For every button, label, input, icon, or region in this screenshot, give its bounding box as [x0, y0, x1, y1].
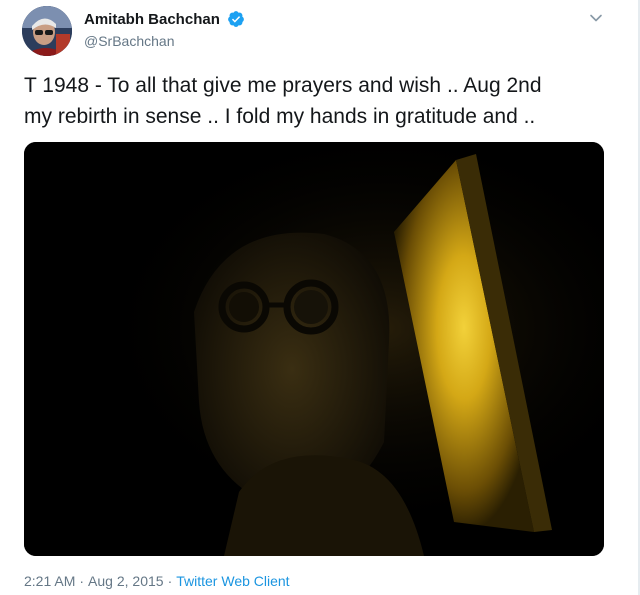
- tweet-date[interactable]: Aug 2, 2015: [88, 573, 164, 589]
- tweet-header: Amitabh Bachchan @SrBachchan: [22, 6, 622, 58]
- tweet-footer: 2:21 AM · Aug 2, 2015 · Twitter Web Client: [24, 573, 290, 589]
- author-info: Amitabh Bachchan @SrBachchan: [84, 10, 245, 49]
- tweet-time[interactable]: 2:21 AM: [24, 573, 75, 589]
- tweet-text-line-1: T 1948 - To all that give me prayers and…: [24, 74, 542, 97]
- tweet-text-line-2: my rebirth in sense .. I fold my hands i…: [24, 105, 536, 128]
- chevron-down-icon[interactable]: [588, 10, 604, 26]
- tweet-source-link[interactable]: Twitter Web Client: [176, 573, 289, 589]
- tweet-text: T 1948 - To all that give me prayers and…: [24, 70, 624, 132]
- author-handle[interactable]: @SrBachchan: [84, 33, 245, 49]
- avatar-image: [22, 6, 72, 56]
- photo-image: [24, 142, 604, 556]
- verified-badge-icon: [228, 11, 245, 27]
- tweet-card: Amitabh Bachchan @SrBachchan T 1948 - To…: [0, 0, 640, 595]
- avatar[interactable]: [22, 6, 72, 56]
- tweet-photo[interactable]: [24, 142, 604, 556]
- author-display-name[interactable]: Amitabh Bachchan: [84, 11, 220, 28]
